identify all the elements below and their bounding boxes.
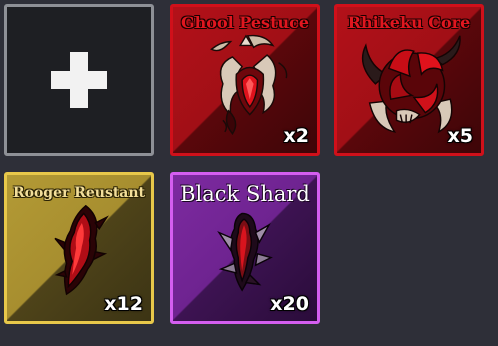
item-slot-black-shard[interactable]: Black Shard x20 xyxy=(170,172,320,324)
item-count: x20 xyxy=(270,293,309,315)
item-count: x2 xyxy=(283,125,309,147)
item-slot-rhikeku-core[interactable]: Rhikeku Core x5 xyxy=(334,4,484,156)
item-name: Ghool Pestuce xyxy=(180,13,310,32)
item-count: x5 xyxy=(447,125,473,147)
item-name: Black Shard xyxy=(180,182,310,206)
item-slot-rooger-reustant[interactable]: Rooger Reustant x12 xyxy=(4,172,154,324)
item-slot-ghool-pestuce[interactable]: Ghool Pestuce x2 xyxy=(170,4,320,156)
item-count: x12 xyxy=(104,293,143,315)
item-name: Rooger Reustant xyxy=(12,185,146,201)
add-item-slot[interactable] xyxy=(4,4,154,156)
item-name: Rhikeku Core xyxy=(347,13,471,32)
